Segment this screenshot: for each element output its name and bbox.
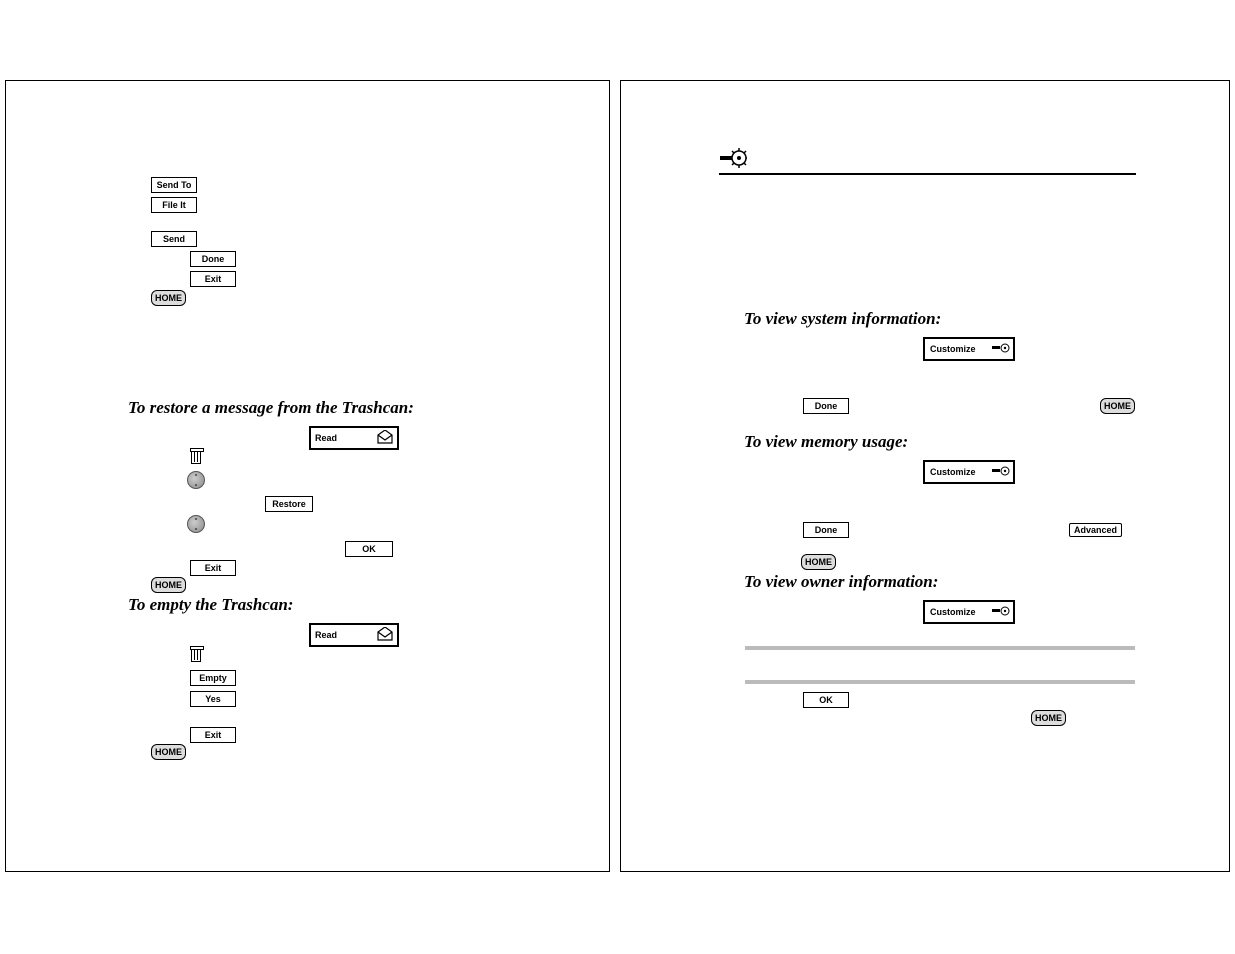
wrench-gear-icon (719, 155, 747, 172)
send-to-button[interactable]: Send To (151, 177, 197, 193)
customize-button[interactable]: Customize (923, 460, 1015, 484)
home-button[interactable]: HOME (1031, 710, 1066, 726)
customize-label: Customize (930, 467, 976, 477)
home-button[interactable]: HOME (151, 577, 186, 593)
rocker-knob-icon (187, 515, 205, 533)
done-button[interactable]: Done (190, 251, 236, 267)
home-button[interactable]: HOME (151, 290, 186, 306)
read-button[interactable]: Read (309, 623, 399, 647)
yes-button[interactable]: Yes (190, 691, 236, 707)
send-button[interactable]: Send (151, 231, 197, 247)
ok-button[interactable]: OK (345, 541, 393, 557)
advanced-button[interactable]: Advanced (1069, 523, 1122, 537)
done-button[interactable]: Done (803, 398, 849, 414)
left-page: Send To File It Send Done Exit HOME To r… (5, 80, 610, 872)
home-button[interactable]: HOME (801, 554, 836, 570)
grey-rule (745, 680, 1135, 684)
exit-button[interactable]: Exit (190, 727, 236, 743)
heading-restore: To restore a message from the Trashcan: (128, 398, 414, 418)
envelope-open-icon (377, 430, 393, 446)
ok-button[interactable]: OK (803, 692, 849, 708)
wrench-icon (992, 464, 1010, 480)
customize-label: Customize (930, 607, 976, 617)
customize-button[interactable]: Customize (923, 600, 1015, 624)
file-it-button[interactable]: File It (151, 197, 197, 213)
read-label: Read (315, 433, 337, 443)
customize-label: Customize (930, 344, 976, 354)
heading-ownerinfo: To view owner information: (744, 572, 938, 592)
wrench-icon (992, 341, 1010, 357)
read-label: Read (315, 630, 337, 640)
right-page: To view system information: Customize Do… (620, 80, 1230, 872)
read-button[interactable]: Read (309, 426, 399, 450)
exit-button[interactable]: Exit (190, 271, 236, 287)
heading-empty: To empty the Trashcan: (128, 595, 293, 615)
heading-memusage: To view memory usage: (744, 432, 908, 452)
heading-sysinfo: To view system information: (744, 309, 941, 329)
home-button[interactable]: HOME (1100, 398, 1135, 414)
exit-button[interactable]: Exit (190, 560, 236, 576)
grey-rule (745, 646, 1135, 650)
wrench-icon (992, 604, 1010, 620)
home-button[interactable]: HOME (151, 744, 186, 760)
section-rule (719, 173, 1136, 175)
trash-icon (191, 649, 201, 662)
envelope-open-icon (377, 627, 393, 643)
customize-button[interactable]: Customize (923, 337, 1015, 361)
restore-button[interactable]: Restore (265, 496, 313, 512)
rocker-knob-icon (187, 471, 205, 489)
empty-button[interactable]: Empty (190, 670, 236, 686)
trash-icon (191, 451, 201, 464)
done-button[interactable]: Done (803, 522, 849, 538)
